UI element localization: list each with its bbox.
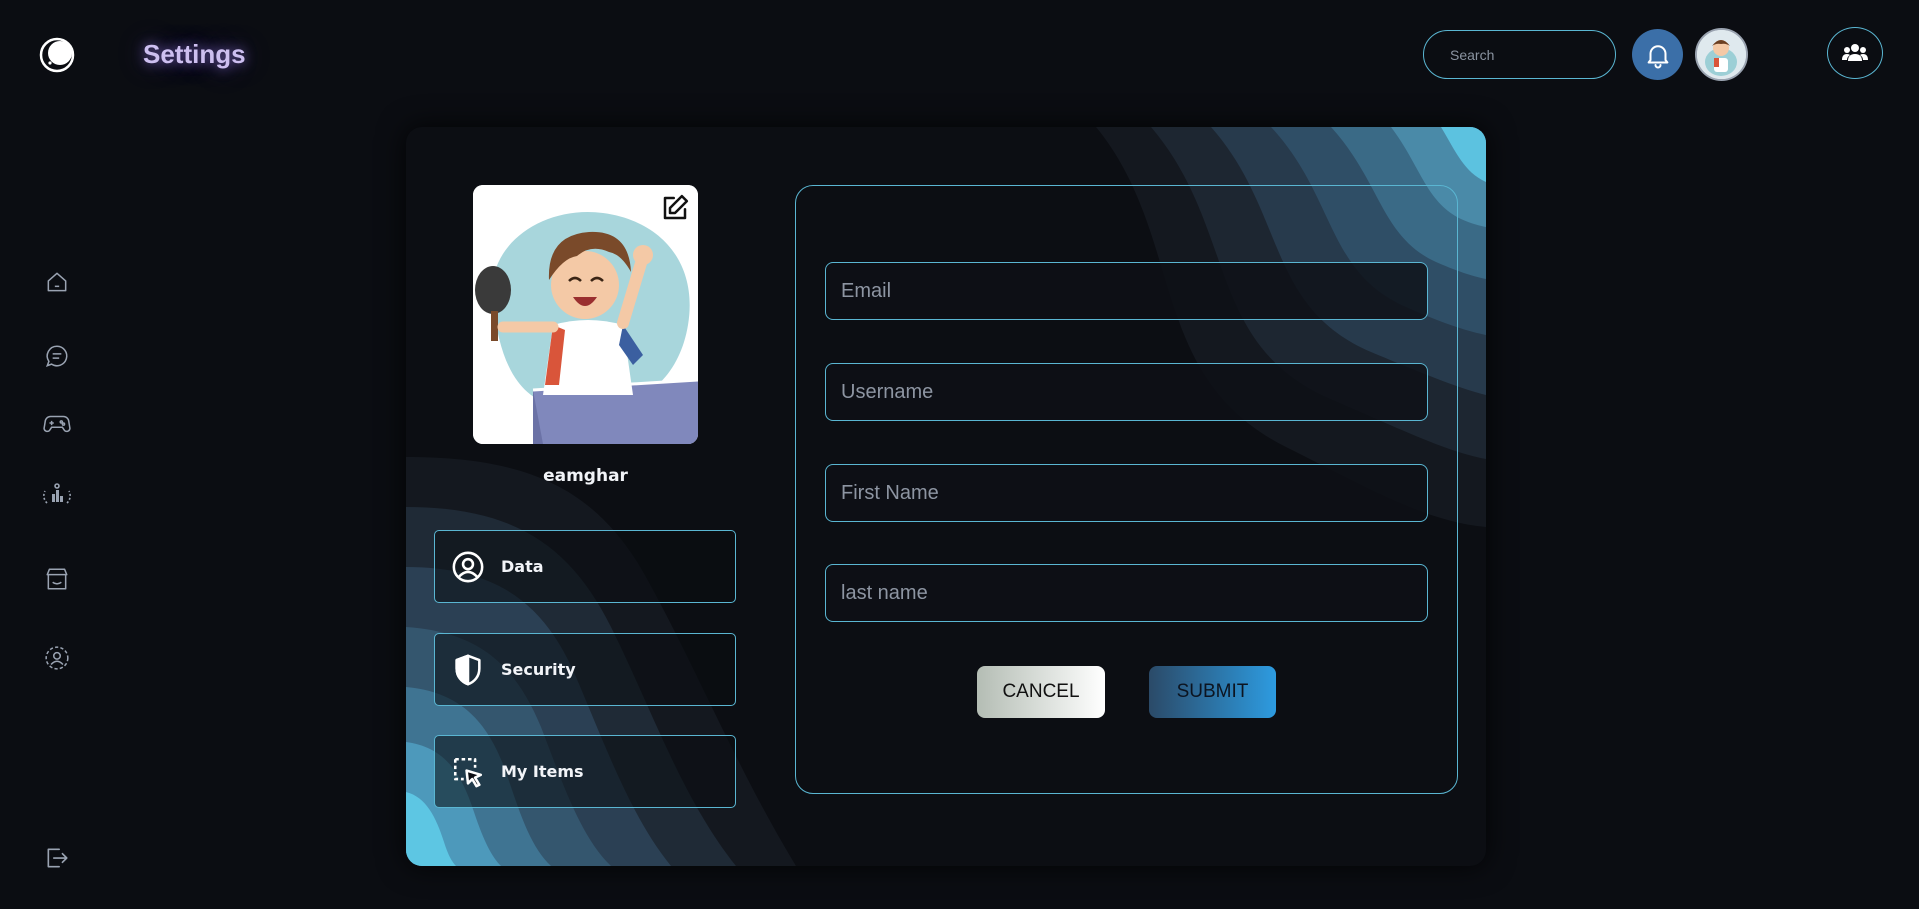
edit-avatar-icon[interactable] xyxy=(660,193,690,223)
cancel-button[interactable]: CANCEL xyxy=(977,666,1105,718)
leaderboard-icon[interactable] xyxy=(42,480,72,510)
first-name-field[interactable] xyxy=(825,464,1428,522)
page-title: Settings xyxy=(143,39,246,69)
store-icon[interactable] xyxy=(42,564,72,594)
menu-data-label: Data xyxy=(501,557,544,576)
notification-bell-icon[interactable] xyxy=(1632,29,1683,80)
last-name-field[interactable] xyxy=(825,564,1428,622)
friends-icon[interactable] xyxy=(1827,27,1883,79)
shield-icon xyxy=(451,653,485,687)
profile-icon[interactable] xyxy=(42,643,72,673)
cursor-select-icon xyxy=(451,755,485,789)
user-circle-icon xyxy=(451,550,485,584)
logout-icon[interactable] xyxy=(42,843,72,873)
menu-security-button[interactable]: Security xyxy=(434,633,736,706)
menu-data-button[interactable]: Data xyxy=(434,530,736,603)
chat-icon[interactable] xyxy=(42,341,72,371)
submit-button[interactable]: SUBMIT xyxy=(1149,666,1276,718)
settings-card: eamghar Data Security My Items Email Use… xyxy=(406,127,1486,866)
profile-username: eamghar xyxy=(543,466,628,486)
username-field[interactable] xyxy=(825,363,1428,421)
gamepad-icon[interactable] xyxy=(42,408,72,438)
search-input[interactable] xyxy=(1423,30,1616,79)
menu-my-items-label: My Items xyxy=(501,762,584,781)
profile-picture[interactable] xyxy=(473,185,698,444)
app-logo[interactable] xyxy=(38,36,76,74)
home-icon[interactable] xyxy=(42,267,72,297)
user-avatar[interactable] xyxy=(1695,28,1748,81)
email-field[interactable] xyxy=(825,262,1428,320)
menu-my-items-button[interactable]: My Items xyxy=(434,735,736,808)
menu-security-label: Security xyxy=(501,660,576,679)
